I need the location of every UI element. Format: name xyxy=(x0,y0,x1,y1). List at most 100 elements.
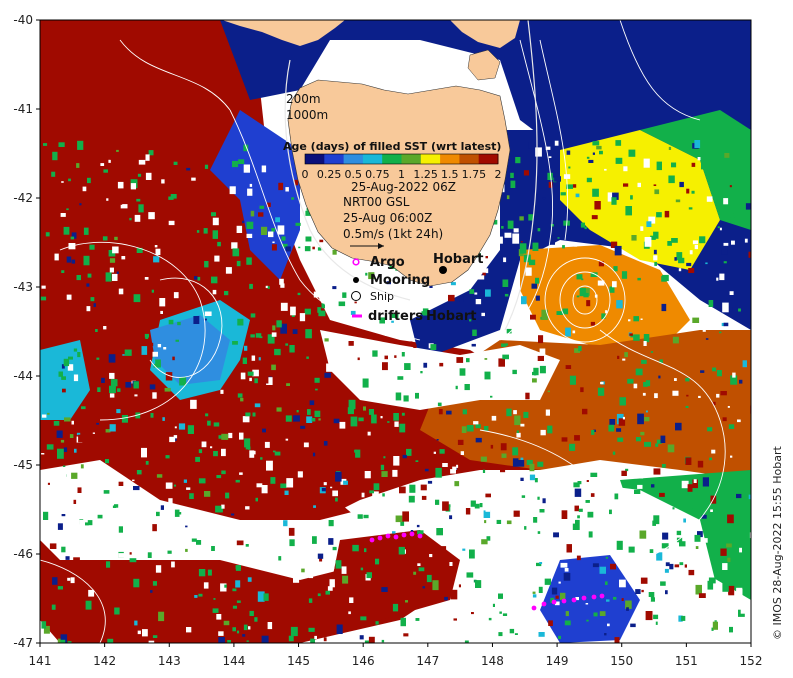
speckle xyxy=(470,500,476,507)
speckle xyxy=(79,203,82,206)
speckle xyxy=(412,400,416,403)
speckle xyxy=(641,359,647,364)
speckle xyxy=(512,233,520,244)
speckle xyxy=(224,291,229,296)
speckle xyxy=(102,236,108,241)
speckle xyxy=(539,562,543,565)
speckle xyxy=(455,385,458,390)
speckle xyxy=(100,163,105,166)
speckle xyxy=(283,520,288,527)
speckle xyxy=(513,228,519,233)
speckle xyxy=(554,176,561,182)
speckle xyxy=(216,614,222,620)
speckle xyxy=(304,308,311,315)
speckle xyxy=(129,217,132,221)
speckle xyxy=(193,316,200,324)
x-tick-label: 148 xyxy=(481,654,504,668)
speckle xyxy=(403,395,409,402)
speckle xyxy=(653,249,657,255)
speckle xyxy=(326,363,333,372)
speckle xyxy=(567,479,572,483)
speckle xyxy=(395,392,402,401)
speckle xyxy=(498,358,505,367)
speckle xyxy=(582,408,588,415)
speckle xyxy=(642,392,646,396)
speckle xyxy=(574,435,580,441)
speckle xyxy=(118,553,124,558)
colorbar-swatch xyxy=(324,154,345,164)
speckle xyxy=(688,526,691,529)
speckle xyxy=(122,354,125,356)
speckle xyxy=(112,273,118,281)
colorbar-swatch xyxy=(440,154,460,164)
speckle xyxy=(512,533,517,539)
y-axis: -40 -41 -42 -43 -44 -45 -46 -47 xyxy=(13,13,40,650)
speckle xyxy=(155,248,161,255)
speckle xyxy=(232,588,237,592)
colorbar-swatch xyxy=(420,154,441,164)
speckle xyxy=(214,255,220,262)
speckle xyxy=(318,540,324,548)
speckle xyxy=(339,400,342,403)
speckle xyxy=(350,416,358,427)
speckle xyxy=(586,300,591,307)
speckle xyxy=(151,289,154,293)
speckle xyxy=(211,276,218,284)
colorbar-swatch xyxy=(401,154,422,164)
speckle xyxy=(549,510,553,514)
info-time: 25-Aug 06:00Z xyxy=(343,211,432,225)
speckle xyxy=(539,555,546,560)
speckle xyxy=(727,406,730,408)
speckle xyxy=(481,381,488,386)
speckle xyxy=(483,426,489,431)
speckle xyxy=(674,564,680,568)
speckle xyxy=(494,371,501,379)
speckle xyxy=(40,445,46,453)
speckle xyxy=(637,277,641,281)
speckle xyxy=(204,491,211,497)
speckle xyxy=(213,435,218,438)
speckle xyxy=(618,418,626,426)
speckle xyxy=(236,600,241,603)
speckle xyxy=(387,421,390,423)
speckle xyxy=(392,505,396,508)
speckle xyxy=(83,227,89,235)
speckle xyxy=(103,490,110,494)
speckle xyxy=(249,283,253,289)
speckle xyxy=(54,253,59,261)
speckle xyxy=(619,579,626,588)
speckle xyxy=(686,394,689,397)
speckle xyxy=(170,417,177,425)
speckle xyxy=(347,566,352,573)
speckle xyxy=(588,531,593,538)
speckle xyxy=(203,582,209,589)
speckle xyxy=(635,589,641,594)
speckle xyxy=(384,355,388,360)
speckle xyxy=(580,222,585,228)
speckle xyxy=(449,515,453,520)
speckle xyxy=(503,575,510,584)
speckle xyxy=(615,140,622,146)
speckle xyxy=(717,166,723,170)
speckle xyxy=(145,335,149,339)
speckle xyxy=(672,336,679,344)
speckle xyxy=(519,243,527,254)
x-tick-label: 149 xyxy=(546,654,569,668)
speckle xyxy=(640,577,648,584)
speckle xyxy=(637,413,644,425)
speckle xyxy=(108,354,116,363)
speckle xyxy=(394,421,399,427)
speckle xyxy=(409,484,416,493)
speckle xyxy=(475,580,482,588)
speckle xyxy=(401,352,405,357)
speckle xyxy=(711,449,716,454)
speckle xyxy=(285,343,289,346)
speckle xyxy=(416,524,420,528)
speckle xyxy=(623,183,629,187)
speckle xyxy=(247,371,254,376)
speckle xyxy=(194,595,198,598)
speckle xyxy=(438,409,443,415)
speckle xyxy=(252,412,256,417)
speckle xyxy=(681,480,689,489)
speckle xyxy=(244,438,251,448)
